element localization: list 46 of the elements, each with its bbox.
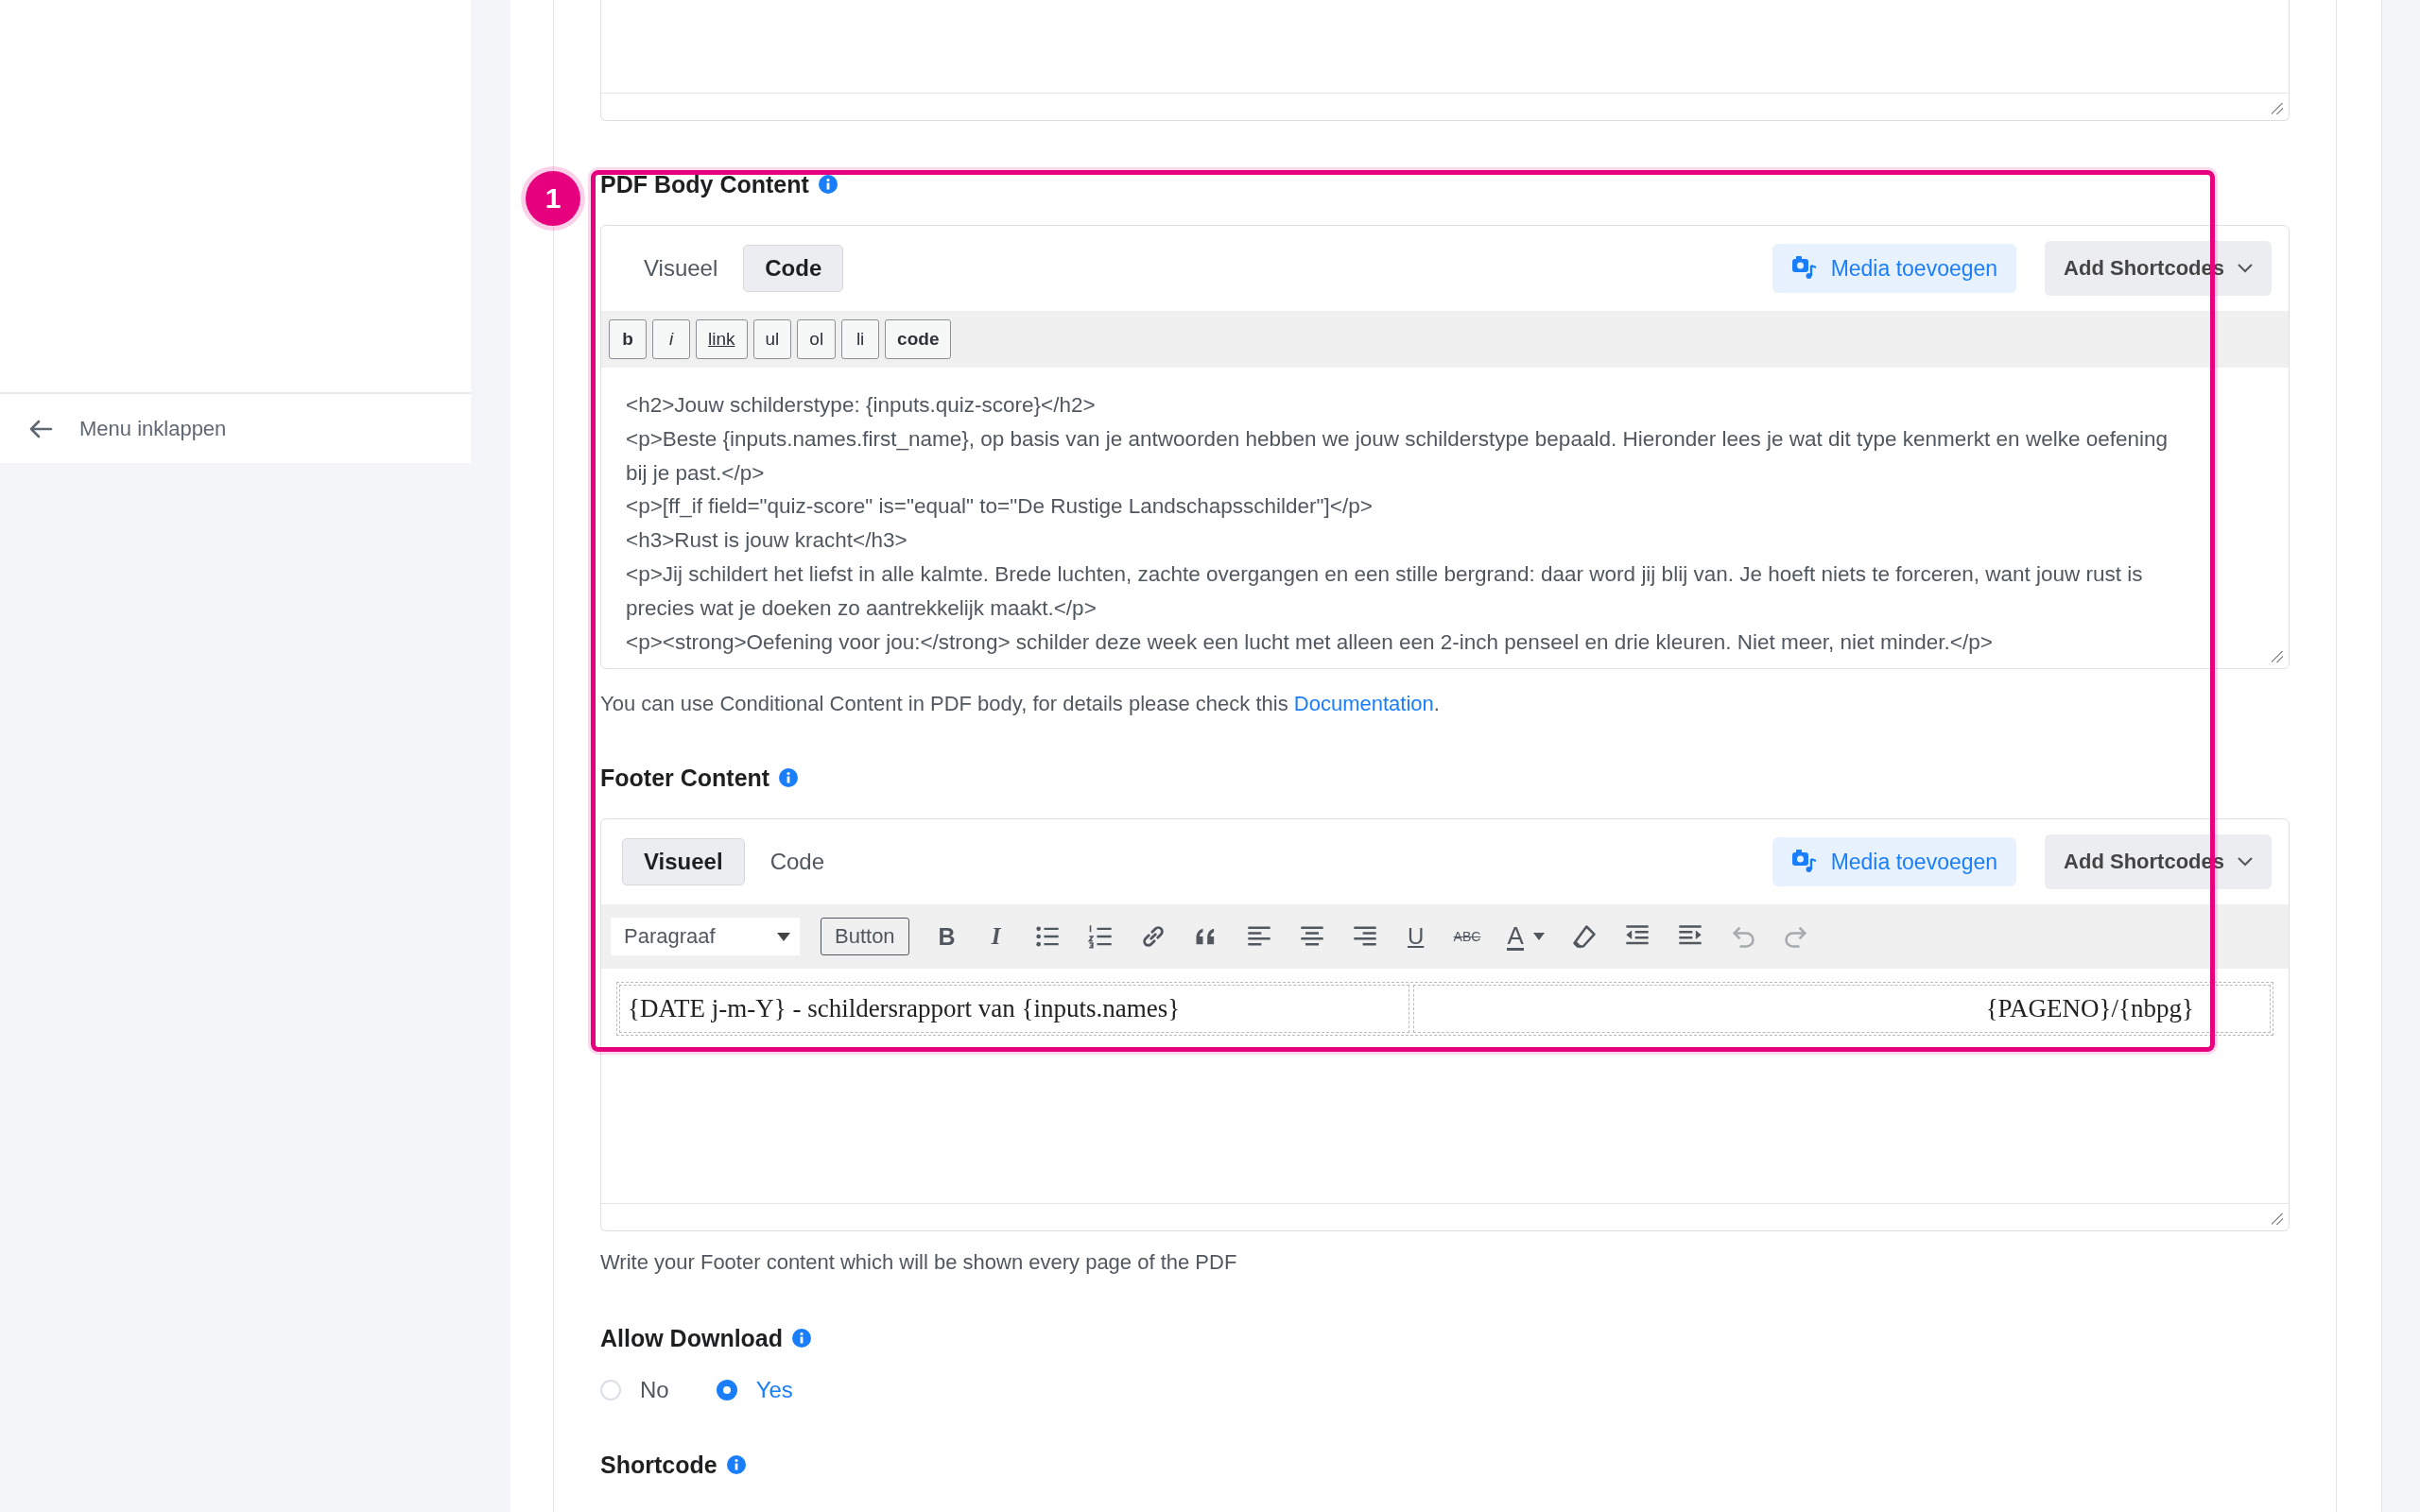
- chevron-down-icon: [2238, 857, 2253, 867]
- numbered-list-icon[interactable]: [1086, 923, 1114, 950]
- bold-button[interactable]: B: [935, 922, 959, 951]
- italic-button[interactable]: I: [984, 923, 1008, 950]
- radio-option[interactable]: No: [600, 1377, 669, 1403]
- editor-tab[interactable]: Code: [748, 838, 846, 885]
- format-button[interactable]: ul: [752, 319, 792, 359]
- media-icon: [1790, 850, 1818, 874]
- eraser-icon[interactable]: [1570, 923, 1598, 950]
- editor-tab[interactable]: Visueel: [622, 245, 740, 292]
- caret-down-icon: [777, 932, 790, 941]
- section-heading: Shortcode: [600, 1451, 717, 1479]
- format-button[interactable]: li: [841, 319, 880, 359]
- info-icon[interactable]: [792, 1329, 812, 1348]
- section-heading: Allow Download: [600, 1324, 784, 1352]
- table-cell: {PAGENO}/{nbpg}: [1412, 985, 2271, 1033]
- radio-button[interactable]: [716, 1380, 737, 1400]
- format-button[interactable]: code: [885, 319, 952, 359]
- format-button[interactable]: link: [696, 319, 748, 359]
- chevron-down-icon: [2238, 264, 2253, 273]
- insert-button[interactable]: Button: [821, 918, 909, 955]
- documentation-link[interactable]: Documentation: [1293, 692, 1434, 715]
- format-dropdown[interactable]: Paragraaf: [611, 918, 800, 955]
- underline-button[interactable]: U: [1404, 923, 1427, 950]
- radio-option[interactable]: Yes: [716, 1377, 793, 1403]
- help-text: You can use Conditional Content in PDF body, for details please check this Documentation.: [600, 692, 1441, 716]
- help-text: Write your Footer content which will be shown every page of the PDF: [600, 1250, 1238, 1275]
- editor-tab[interactable]: Code: [743, 245, 844, 292]
- collapse-menu-link[interactable]: Menu inklappen: [0, 394, 471, 463]
- info-icon[interactable]: [818, 175, 838, 194]
- editor-tab[interactable]: Visueel: [622, 838, 745, 885]
- strike-button[interactable]: ABC: [1453, 929, 1481, 944]
- code-editor[interactable]: <h2>Jouw schilderstype: {inputs.quiz-score}</h2> <p>Beste {inputs.names.first_name}, op basis van je antwoorden hebben we jouw schilderstype bepaald. Hieronder lees je wat dit type kenmerkt en welke oefening bij je past.</p> <p>[ff_if field="quiz-score" is="equal" to="De Rustige Landschapsschilder"]</p> <h3>Rust is jouw kracht</h3> <p>Jij schildert het liefst in alle kalmte. Brede luchten, zachte overgangen en een stille bergrand: daar word jij blij van. Je hoeft niets te forceren, want jouw rust is precies wat je doeken zo aantrekkelijk maakt.</p> <p><strong>Oefening voor jou:</strong> schilder deze week een lucht met alleen een 2-inch penseel en drie kleuren. Niet meer, niet minder.</p>: [601, 368, 2289, 668]
- text-color-button[interactable]: A: [1507, 922, 1545, 951]
- rich-text-editor[interactable]: {DATE j-m-Y} - schildersrapport van {inputs.names} {PAGENO}/{nbpg}: [601, 969, 2289, 1203]
- section-heading: PDF Body Content: [600, 170, 809, 198]
- format-button[interactable]: b: [609, 319, 647, 359]
- info-icon[interactable]: [779, 768, 799, 787]
- arrow-left-icon: [28, 419, 53, 438]
- caret-down-icon: [1532, 933, 1545, 940]
- table-cell: {DATE j-m-Y} - schildersrapport van {inputs.names}: [619, 985, 1409, 1033]
- format-button[interactable]: ol: [797, 319, 837, 359]
- info-icon[interactable]: [726, 1455, 746, 1474]
- format-button[interactable]: i: [652, 319, 690, 359]
- section-heading: Footer Content: [600, 764, 770, 792]
- media-icon: [1790, 256, 1818, 281]
